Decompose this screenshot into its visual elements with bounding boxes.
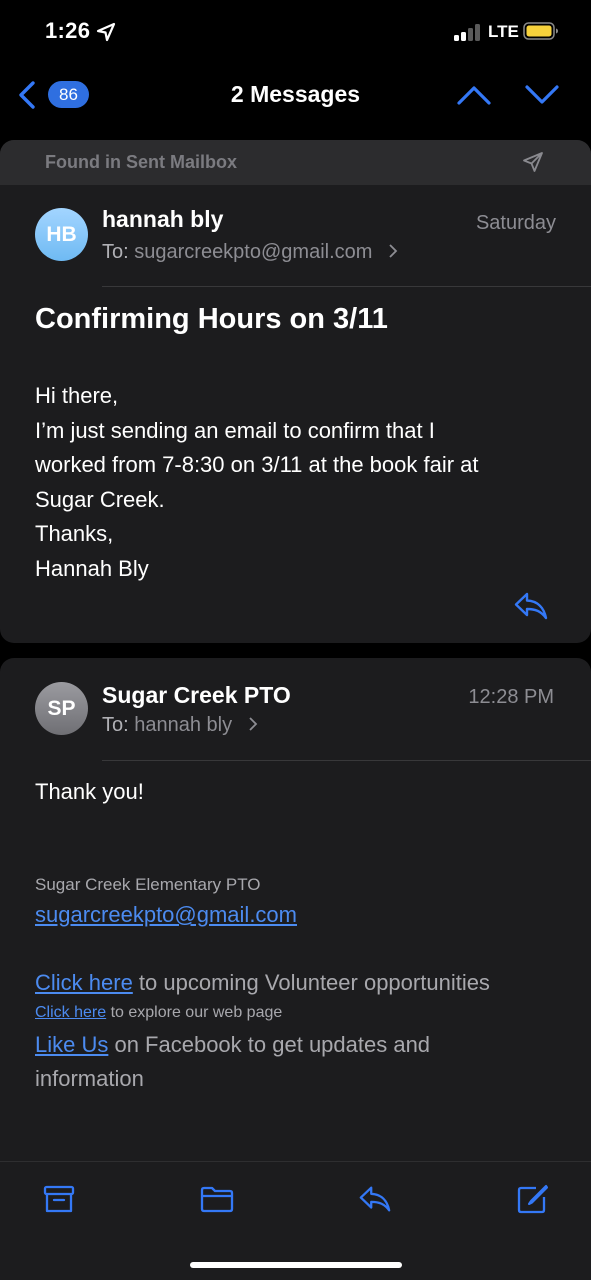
recipient-address: sugarcreekpto@gmail.com — [134, 241, 373, 263]
status-bar: 1:26 LTE — [0, 0, 591, 62]
chevron-up-icon[interactable] — [456, 82, 492, 108]
signal-icon — [454, 23, 482, 41]
folder-icon[interactable] — [200, 1184, 234, 1214]
found-in-label: Found in Sent Mailbox — [45, 152, 237, 172]
message-header: SP Sugar Creek PTO To: hannah bly 12:28 … — [0, 658, 591, 761]
message-header: HB hannah bly To: sugarcreekpto@gmail.co… — [0, 185, 591, 287]
signature-email-link[interactable]: sugarcreekpto@gmail.com — [35, 902, 297, 928]
message-body: Thank you! — [35, 779, 144, 804]
chevron-right-icon — [389, 244, 398, 258]
body-line: worked from 7-8:30 on 3/11 at the book f… — [35, 452, 479, 477]
volunteer-link[interactable]: Click here — [35, 970, 133, 995]
signature-facebook-line-2: information — [35, 1066, 144, 1091]
message-date: 12:28 PM — [468, 686, 554, 708]
status-time: 1:26 — [45, 18, 91, 43]
divider — [102, 286, 591, 287]
chevron-right-icon — [249, 717, 257, 731]
back-count-badge[interactable]: 86 — [48, 81, 89, 108]
facebook-text: on Facebook to get updates and — [108, 1032, 431, 1057]
webpage-text: to explore our web page — [106, 1004, 283, 1021]
message-card-1[interactable]: Found in Sent Mailbox HB hannah bly To: … — [0, 140, 591, 643]
webpage-link[interactable]: Click here — [35, 1004, 106, 1021]
avatar: HB — [35, 208, 88, 261]
sent-paperplane-icon — [523, 152, 543, 172]
reply-icon[interactable] — [358, 1184, 392, 1214]
battery-icon — [523, 22, 558, 40]
signature-volunteer-line: Click here to upcoming Volunteer opportu… — [35, 970, 490, 996]
archive-icon[interactable] — [42, 1184, 76, 1214]
nav-bar: 86 2 Messages — [0, 62, 591, 128]
sender-name: hannah bly — [102, 206, 224, 232]
signature-org: Sugar Creek Elementary PTO — [35, 875, 261, 894]
to-label: To: — [102, 241, 129, 263]
message-card-2[interactable]: SP Sugar Creek PTO To: hannah bly 12:28 … — [0, 658, 591, 1178]
body-line: Thanks, — [35, 521, 114, 546]
volunteer-text: to upcoming Volunteer opportunities — [132, 970, 490, 995]
recipient-line[interactable]: To: hannah bly — [102, 714, 258, 737]
signature-webpage-line: Click here to explore our web page — [35, 1004, 282, 1022]
recipient-line[interactable]: To: sugarcreekpto@gmail.com — [102, 241, 398, 264]
message-date: Saturday — [475, 212, 556, 234]
compose-icon[interactable] — [516, 1184, 550, 1214]
avatar: SP — [35, 682, 88, 735]
facebook-link[interactable]: Like Us — [35, 1032, 108, 1057]
message-subject: Confirming Hours on 3/11 — [35, 303, 388, 335]
chevron-down-icon[interactable] — [524, 82, 560, 108]
to-label: To: — [102, 714, 129, 736]
location-arrow-icon — [96, 22, 116, 42]
chevron-left-icon[interactable] — [16, 80, 38, 110]
found-in-banner: Found in Sent Mailbox — [0, 140, 591, 185]
reply-icon[interactable] — [513, 591, 549, 621]
home-indicator[interactable] — [190, 1262, 402, 1268]
network-label: LTE — [488, 22, 519, 41]
body-line: I’m just sending an email to confirm tha… — [35, 417, 435, 443]
body-line: Hannah Bly — [35, 555, 149, 581]
recipient-name: hannah bly — [134, 714, 233, 736]
signature-facebook-line: Like Us on Facebook to get updates and — [35, 1032, 430, 1058]
sender-name: Sugar Creek PTO — [102, 682, 291, 708]
body-line: Hi there, — [35, 383, 119, 408]
body-line: Sugar Creek. — [35, 486, 165, 512]
message-body: Hi there, I’m just sending an email to c… — [35, 379, 479, 586]
divider — [102, 760, 591, 761]
